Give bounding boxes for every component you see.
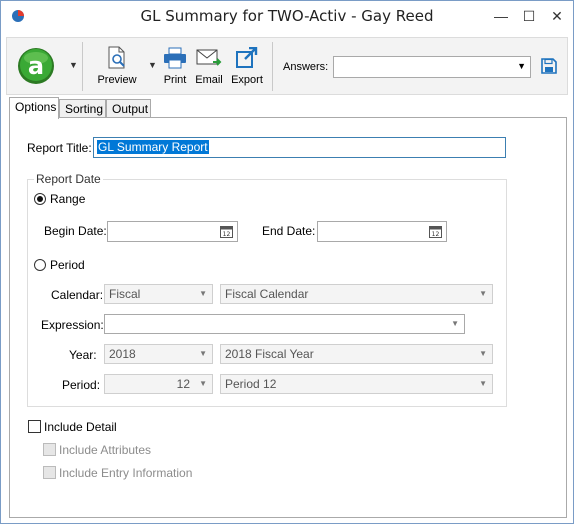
chevron-down-icon: ▼ (199, 379, 207, 388)
report-window: GL Summary for TWO-Activ - Gay Reed — ☐ … (0, 0, 574, 524)
calendar-label: Calendar: (51, 288, 104, 302)
report-date-group: Report Date Range Begin Date: 12 End Dat… (27, 172, 507, 407)
chevron-down-icon: ▼ (199, 349, 207, 358)
year-label: Year: (69, 348, 97, 362)
calendar-icon[interactable]: 12 (429, 225, 442, 238)
print-label: Print (163, 74, 187, 86)
period-radio[interactable] (34, 259, 46, 271)
svg-text:12: 12 (432, 231, 440, 238)
maximize-button[interactable]: ☐ (515, 1, 543, 31)
options-panel: Report Title: GL Summary Report Report D… (9, 117, 567, 518)
period-name-dropdown[interactable]: Period 12 ▼ (220, 374, 493, 394)
minimize-button[interactable]: — (487, 1, 515, 31)
expression-label: Expression: (41, 318, 104, 332)
year-name-value: 2018 Fiscal Year (225, 347, 314, 361)
year-name-dropdown[interactable]: 2018 Fiscal Year ▼ (220, 344, 493, 364)
preview-button[interactable]: Preview (95, 46, 139, 86)
end-date-label: End Date: (262, 224, 316, 238)
expression-dropdown[interactable]: ▼ (104, 314, 465, 334)
save-icon[interactable] (541, 58, 557, 74)
chevron-down-icon: ▼ (517, 61, 526, 71)
chevron-down-icon: ▼ (199, 289, 207, 298)
logo-dropdown-arrow[interactable]: ▼ (69, 60, 78, 70)
include-detail-checkbox[interactable] (28, 420, 41, 433)
year-value: 2018 (109, 347, 136, 361)
report-date-legend: Report Date (34, 172, 103, 186)
preview-label: Preview (97, 74, 137, 86)
chevron-down-icon: ▼ (479, 289, 487, 298)
calendar-icon[interactable]: 12 (220, 225, 233, 238)
begin-date-label: Begin Date: (44, 224, 107, 238)
toolbar-separator (272, 42, 273, 91)
svg-text:a: a (28, 52, 44, 80)
preview-icon (108, 46, 125, 69)
calendar-value: Fiscal (109, 287, 141, 301)
report-title-label: Report Title: (27, 141, 92, 155)
range-label: Range (50, 192, 86, 206)
include-entry-info-checkbox[interactable] (43, 466, 56, 479)
export-label: Export (231, 74, 263, 86)
calendar-name-dropdown[interactable]: Fiscal Calendar ▼ (220, 284, 493, 304)
period-value: 12 (176, 377, 190, 391)
calendar-name-value: Fiscal Calendar (225, 287, 309, 301)
begin-date-input[interactable]: 12 (107, 221, 238, 242)
export-icon (236, 47, 258, 68)
toolbar-separator (82, 42, 83, 91)
tab-output[interactable]: Output (106, 99, 151, 118)
preview-dropdown-arrow[interactable]: ▼ (148, 60, 157, 70)
chevron-down-icon: ▼ (451, 319, 459, 328)
answers-label: Answers: (283, 61, 329, 73)
include-attributes-checkbox[interactable] (43, 443, 56, 456)
year-dropdown[interactable]: 2018 ▼ (104, 344, 213, 364)
include-entry-info-label: Include Entry Information (59, 466, 193, 480)
title-bar: GL Summary for TWO-Activ - Gay Reed — ☐ … (1, 1, 573, 32)
email-icon (196, 49, 222, 66)
email-button[interactable]: Email (194, 46, 224, 86)
close-button[interactable]: ✕ (543, 1, 571, 31)
email-label: Email (195, 74, 223, 86)
export-button[interactable]: Export (229, 46, 265, 86)
period-dropdown[interactable]: 12 ▼ (104, 374, 213, 394)
end-date-input[interactable]: 12 (317, 221, 447, 242)
chevron-down-icon: ▼ (479, 379, 487, 388)
period-label: Period (50, 258, 85, 272)
svg-text:12: 12 (223, 231, 231, 238)
calendar-dropdown[interactable]: Fiscal ▼ (104, 284, 213, 304)
range-radio[interactable] (34, 193, 46, 205)
include-detail-label: Include Detail (44, 420, 117, 434)
answers-dropdown[interactable]: ▼ (333, 56, 531, 78)
print-button[interactable]: Print (160, 46, 190, 86)
tab-options[interactable]: Options (9, 97, 59, 119)
tab-sorting[interactable]: Sorting (59, 99, 106, 118)
report-title-value: GL Summary Report (97, 140, 209, 154)
toolbar: a ▼ Preview ▼ Print Email Export Answers… (6, 37, 568, 95)
chevron-down-icon: ▼ (479, 349, 487, 358)
period-field-label: Period: (62, 378, 101, 392)
app-logo-button[interactable]: a (17, 47, 55, 85)
report-title-input[interactable]: GL Summary Report (93, 137, 506, 158)
include-attributes-label: Include Attributes (59, 443, 152, 457)
printer-icon (164, 47, 186, 69)
period-name-value: Period 12 (225, 377, 277, 391)
